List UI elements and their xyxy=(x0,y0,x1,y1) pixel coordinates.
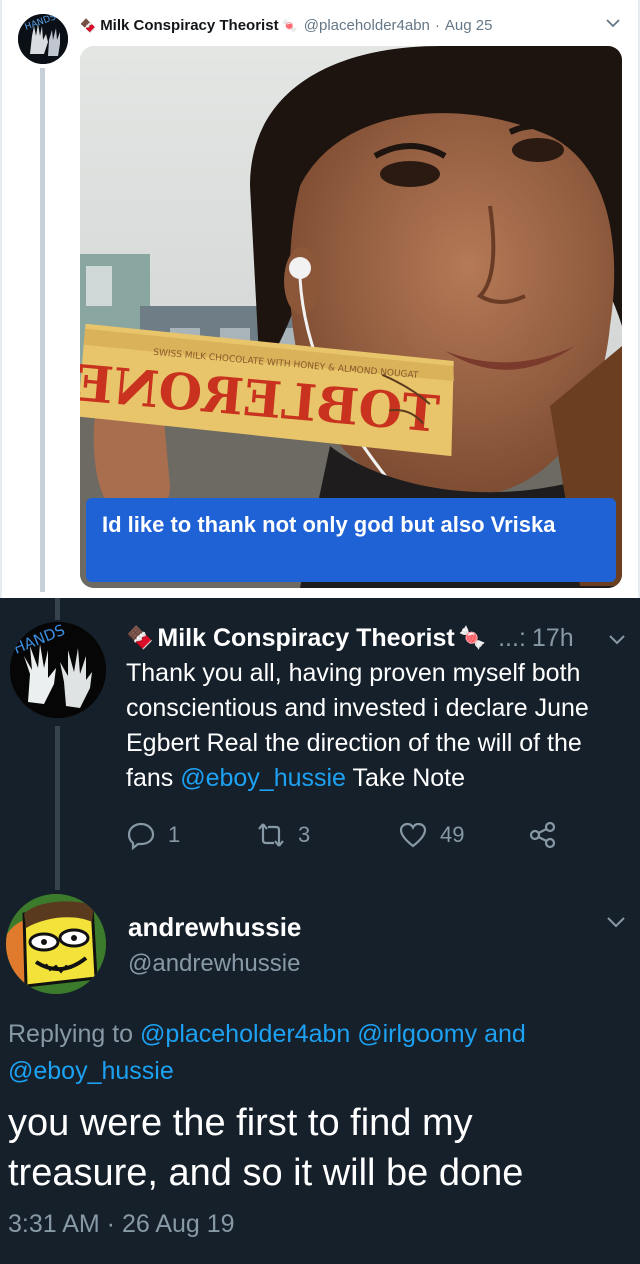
display-name[interactable]: andrewhussie xyxy=(128,912,301,943)
reply-count: 1 xyxy=(168,822,181,847)
tweet-header: 🍫 Milk Conspiracy Theorist 🍬 ...: 17h xyxy=(126,622,574,654)
media-caption: Id like to thank not only god but also V… xyxy=(86,498,616,582)
like-count: 49 xyxy=(440,822,465,847)
retweet-icon xyxy=(258,823,284,847)
mention-link[interactable]: @eboy_hussie xyxy=(8,1057,174,1085)
chocolate-emoji-icon: 🍫 xyxy=(80,17,97,33)
reply-icon xyxy=(127,822,155,850)
chevron-down-icon[interactable] xyxy=(604,14,622,32)
timestamp[interactable]: 17h xyxy=(532,624,574,653)
heart-icon xyxy=(399,822,427,848)
like-button[interactable]: 49 xyxy=(398,820,464,850)
reply-button[interactable]: 1 xyxy=(126,820,180,850)
thread-line xyxy=(40,68,45,592)
tweet-header: 🍫 Milk Conspiracy Theorist 🍬 @placeholde… xyxy=(80,14,492,36)
candy-emoji-icon: 🍬 xyxy=(458,625,487,650)
mention-link[interactable]: @placeholder4abn xyxy=(140,1020,350,1048)
handle[interactable]: @andrewhussie xyxy=(128,950,300,978)
retweet-button[interactable]: 3 xyxy=(256,820,310,850)
replying-to: Replying to @placeholder4abn @irlgoomy a… xyxy=(8,1016,628,1090)
tweet-dark-thread: HANDS 🍫 Milk Conspiracy Theorist 🍬 ...: … xyxy=(0,598,640,1264)
share-button[interactable] xyxy=(528,820,570,850)
mention-link[interactable]: @eboy_hussie xyxy=(180,764,346,792)
hands-avatar-icon: HANDS xyxy=(10,622,106,718)
display-name[interactable]: Milk Conspiracy Theorist xyxy=(100,17,278,34)
avatar[interactable]: HANDS xyxy=(18,14,68,64)
timestamp[interactable]: Aug 25 xyxy=(445,17,493,34)
chocolate-emoji-icon: 🍫 xyxy=(126,625,154,650)
divider xyxy=(0,0,2,598)
chevron-down-icon[interactable] xyxy=(604,910,628,934)
hands-avatar-icon: HANDS xyxy=(18,14,68,64)
share-icon xyxy=(529,821,556,849)
handle[interactable]: @placeholder4abn xyxy=(304,17,430,34)
tweet-text: Thank you all, having proven myself both… xyxy=(126,656,626,796)
retweet-count: 3 xyxy=(298,822,311,847)
display-name[interactable]: Milk Conspiracy Theorist xyxy=(157,624,454,653)
chevron-down-icon[interactable] xyxy=(606,628,628,650)
thread-line xyxy=(55,598,60,620)
tweet-text-tail: Take Note xyxy=(345,764,466,792)
reply-timestamp[interactable]: 3:31 AM · 26 Aug 19 xyxy=(8,1210,235,1239)
cartoon-face-avatar-icon xyxy=(6,894,106,994)
mention-link[interactable]: @irlgoomy xyxy=(357,1020,477,1048)
mention-and[interactable]: and xyxy=(484,1020,526,1048)
reply-text: you were the first to find my treasure, … xyxy=(8,1102,524,1194)
handle-fragment[interactable]: ...: xyxy=(498,624,526,653)
candy-emoji-icon: 🍬 xyxy=(281,17,298,33)
avatar[interactable]: HANDS xyxy=(10,622,106,718)
thread-line xyxy=(55,726,60,890)
separator: · xyxy=(434,16,440,34)
tweet-light: HANDS 🍫 Milk Conspiracy Theorist 🍬 @plac… xyxy=(0,0,640,598)
tweet-actions: 1 3 49 xyxy=(126,820,606,852)
replying-label: Replying to xyxy=(8,1020,134,1048)
avatar[interactable] xyxy=(6,894,106,994)
